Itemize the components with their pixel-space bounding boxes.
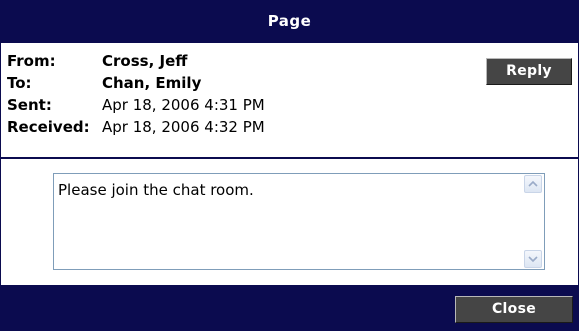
header-divider	[1, 157, 578, 159]
reply-button[interactable]: Reply	[486, 58, 572, 85]
sent-value: Apr 18, 2006 4:31 PM	[102, 96, 265, 114]
to-label: To:	[7, 74, 32, 92]
from-row: From: Cross, Jeff	[7, 50, 265, 72]
to-value: Chan, Emily	[102, 74, 202, 92]
received-value: Apr 18, 2006 4:32 PM	[102, 118, 265, 136]
received-row: Received: Apr 18, 2006 4:32 PM	[7, 116, 265, 138]
received-label: Received:	[7, 118, 90, 136]
sent-label: Sent:	[7, 96, 52, 114]
page-window: Page From: Cross, Jeff To: Chan, Emily S…	[0, 0, 579, 331]
sent-row: Sent: Apr 18, 2006 4:31 PM	[7, 94, 265, 116]
message-textbox[interactable]: Please join the chat room.	[53, 173, 545, 270]
message-body: Please join the chat room.	[58, 181, 254, 199]
scroll-down-arrow-icon[interactable]	[524, 250, 542, 268]
message-header: From: Cross, Jeff To: Chan, Emily Sent: …	[7, 50, 265, 138]
scroll-up-arrow-icon[interactable]	[524, 175, 542, 193]
close-button[interactable]: Close	[455, 296, 573, 323]
window-title: Page	[1, 0, 578, 43]
from-label: From:	[7, 52, 56, 70]
from-value: Cross, Jeff	[102, 52, 188, 70]
message-scrollbar[interactable]	[523, 175, 543, 268]
to-row: To: Chan, Emily	[7, 72, 265, 94]
